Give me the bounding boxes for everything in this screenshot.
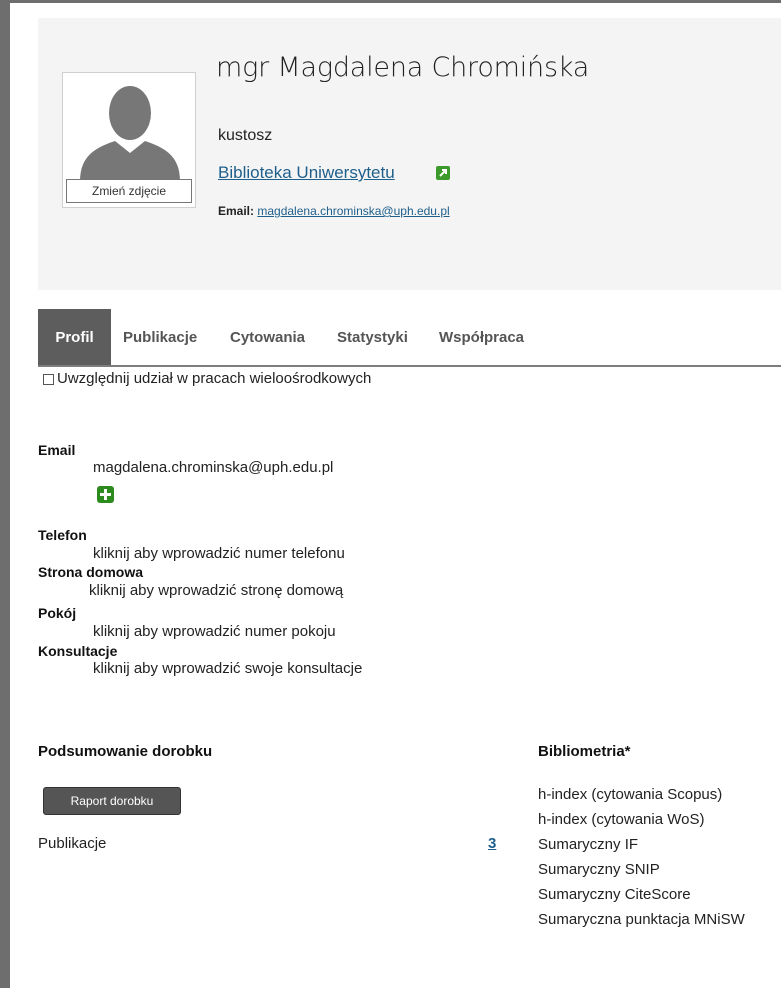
homepage-label: Strona domowa — [38, 564, 144, 580]
person-silhouette-icon — [80, 86, 180, 181]
multicenter-checkbox[interactable]: Uwzględnij udział w pracach wieloośrodko… — [43, 370, 371, 387]
multicenter-checkbox-label: Uwzględnij udział w pracach wieloośrodko… — [57, 370, 372, 387]
summary-title: Podsumowanie dorobku — [38, 743, 213, 760]
biblio-citescore: Sumaryczny CiteScore — [538, 886, 691, 903]
consult-label: Konsultacje — [38, 643, 118, 659]
biblio-if: Sumaryczny IF — [538, 836, 639, 853]
unit-link[interactable]: Biblioteka Uniwersytetu — [218, 163, 395, 183]
publications-label: Publikacje — [38, 835, 107, 852]
tab-publikacje[interactable]: Publikacje — [123, 309, 197, 365]
profile-email-row: Email: magdalena.chrominska@uph.edu.pl — [218, 204, 450, 218]
phone-label: Telefon — [38, 527, 87, 543]
external-link-icon[interactable] — [436, 166, 450, 180]
checkbox-box[interactable] — [43, 374, 54, 385]
contact-email-label: Email — [38, 442, 76, 458]
biblio-h-index-wos: h-index (cytowania WoS) — [538, 811, 705, 828]
change-photo-button[interactable]: Zmień zdjęcie — [66, 179, 192, 203]
email-label: Email: — [218, 204, 255, 218]
profile-name: mgr Magdalena Chromińska — [216, 52, 590, 83]
consult-value[interactable]: kliknij aby wprowadzić swoje konsultacje — [93, 660, 362, 677]
tab-profil[interactable]: Profil — [38, 309, 111, 365]
avatar: Zmień zdjęcie — [62, 72, 196, 208]
email-link[interactable]: magdalena.chrominska@uph.edu.pl — [257, 204, 449, 218]
contact-email-value: magdalena.chrominska@uph.edu.pl — [93, 459, 334, 476]
biblio-snip: Sumaryczny SNIP — [538, 861, 660, 878]
report-button[interactable]: Raport dorobku — [43, 787, 181, 815]
tab-wspolpraca[interactable]: Współpraca — [439, 309, 524, 365]
profile-tabs: Profil Publikacje Cytowania Statystyki W… — [38, 309, 781, 367]
room-label: Pokój — [38, 605, 77, 621]
homepage-value[interactable]: kliknij aby wprowadzić stronę domową — [89, 582, 343, 599]
biblio-h-index-scopus: h-index (cytowania Scopus) — [538, 786, 723, 803]
tab-statystyki[interactable]: Statystyki — [337, 309, 408, 365]
bibliometrics-title: Bibliometria* — [538, 743, 631, 760]
room-value[interactable]: kliknij aby wprowadzić numer pokoju — [93, 623, 336, 640]
plus-icon[interactable] — [97, 486, 114, 503]
tab-cytowania[interactable]: Cytowania — [230, 309, 305, 365]
publications-count-link[interactable]: 3 — [488, 835, 496, 852]
profile-position: kustosz — [218, 127, 273, 144]
biblio-mnisw: Sumaryczna punktacja MNiSW — [538, 911, 745, 928]
phone-value[interactable]: kliknij aby wprowadzić numer telefonu — [93, 545, 345, 562]
